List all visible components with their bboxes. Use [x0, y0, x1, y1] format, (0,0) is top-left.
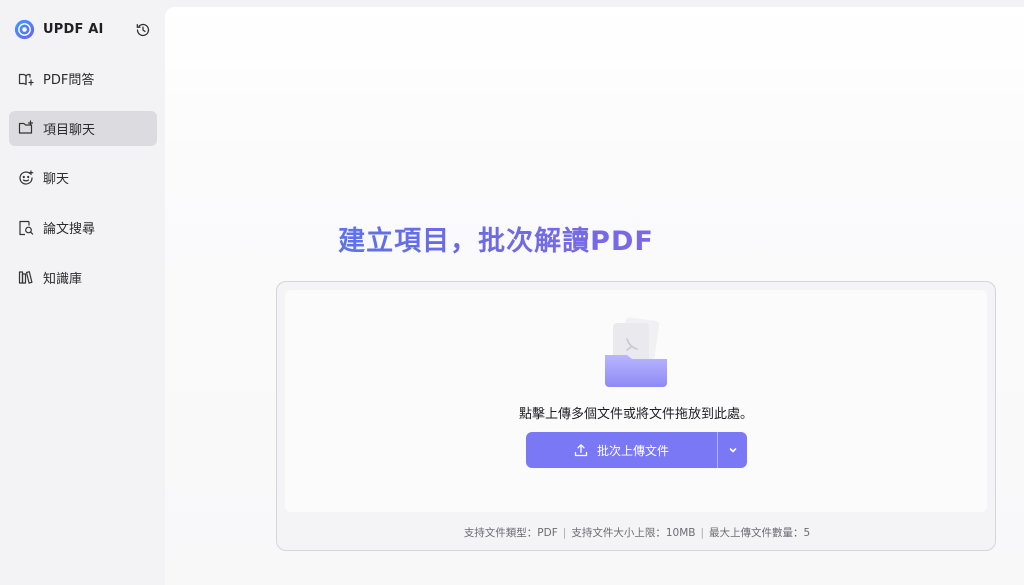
sidebar-item-label: 論文搜尋 [43, 222, 96, 238]
sidebar-item-label: 項目聊天 [43, 122, 96, 138]
sidebar-nav: PDF問答 項目聊天 聊天 論文搜尋 知識庫 [9, 61, 157, 309]
limit-separator: | [562, 527, 567, 539]
folder-add-icon [18, 120, 34, 136]
limit-file-size: 支持文件大小上限：10MB [571, 527, 696, 539]
history-button[interactable] [133, 20, 153, 40]
sidebar: UPDF AI PDF問答 項目聊天 聊天 論文搜尋 知識庫 [0, 0, 165, 585]
batch-upload-label: 批次上傳文件 [596, 443, 669, 458]
updf-logo-icon [14, 19, 35, 39]
upload-panel: 點擊上傳多個文件或將文件拖放到此處。 批次上傳文件 支持文件類型：PDF | 支… [276, 281, 996, 551]
app-name: UPDF AI [43, 21, 104, 37]
doc-search-icon [18, 220, 34, 236]
chevron-down-icon [729, 448, 736, 453]
brand[interactable]: UPDF AI [14, 17, 104, 41]
sidebar-item-chat[interactable]: 聊天 [9, 160, 157, 195]
sidebar-item-paper-search[interactable]: 論文搜尋 [9, 210, 157, 245]
library-icon [18, 269, 34, 285]
folder-upload-icon [605, 317, 667, 387]
upload-options-dropdown[interactable] [718, 432, 747, 468]
book-icon [18, 71, 34, 87]
sidebar-item-project-chat[interactable]: 項目聊天 [9, 110, 157, 146]
drop-zone[interactable]: 點擊上傳多個文件或將文件拖放到此處。 批次上傳文件 [285, 290, 987, 512]
limit-file-types: 支持文件類型：PDF [463, 527, 558, 539]
upload-limits: 支持文件類型：PDF | 支持文件大小上限：10MB | 最大上傳文件數量：5 [277, 525, 997, 540]
limit-separator: | [700, 527, 704, 539]
page-title: 建立項目，批次解讀PDF [165, 219, 827, 258]
upload-icon [574, 444, 588, 457]
sidebar-item-pdf-qa[interactable]: PDF問答 [9, 61, 157, 96]
batch-upload-button[interactable]: 批次上傳文件 [526, 432, 717, 468]
history-icon [136, 23, 150, 37]
upload-button-group: 批次上傳文件 [526, 432, 747, 468]
chat-smile-icon [18, 170, 34, 186]
main-content: 建立項目，批次解讀PDF 點擊上傳多個文件或將文件拖放到此處。 批次上傳文件 支… [165, 7, 1024, 585]
sidebar-item-label: 聊天 [43, 172, 70, 188]
sidebar-item-label: 知識庫 [43, 271, 83, 287]
limit-file-count: 最大上傳文件數量：5 [709, 527, 811, 539]
drop-instructions: 點擊上傳多個文件或將文件拖放到此處。 [518, 407, 753, 422]
sidebar-item-label: PDF問答 [43, 73, 95, 88]
app-window: UPDF AI PDF問答 項目聊天 聊天 論文搜尋 知識庫 建立項目，批次解讀… [0, 0, 1024, 585]
sidebar-item-knowledge-base[interactable]: 知識庫 [9, 260, 157, 295]
